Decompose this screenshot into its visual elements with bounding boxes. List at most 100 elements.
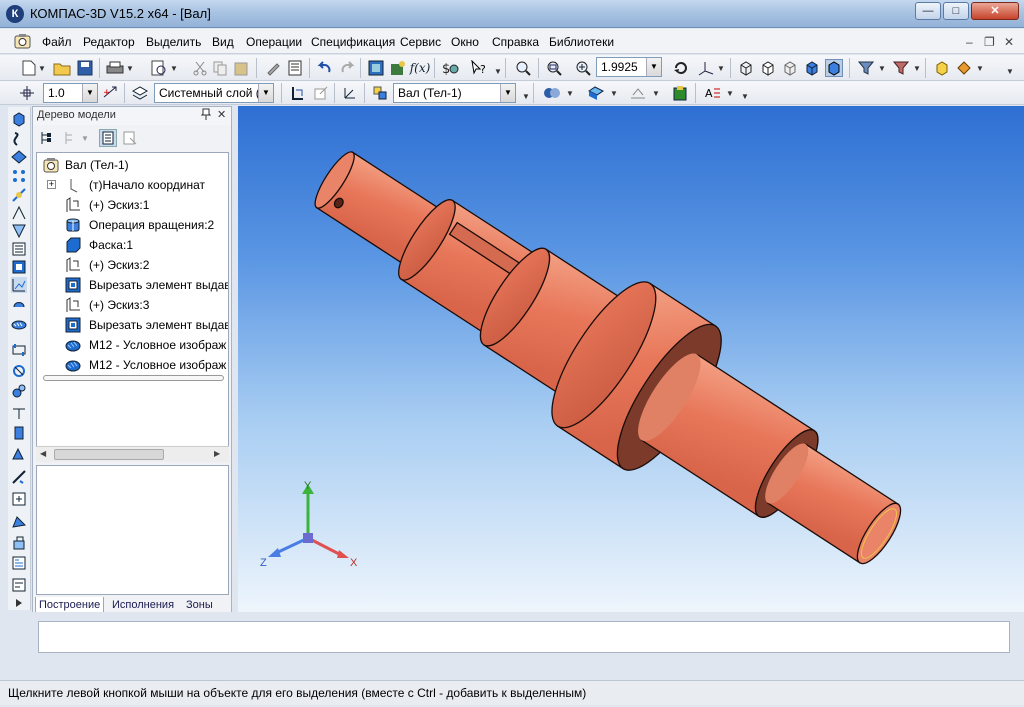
filter2-dropdown-arrow-icon[interactable]: ▼ <box>913 64 921 73</box>
tree-horizontal-scrollbar[interactable]: ◀ ▶ <box>36 446 229 462</box>
hidden-lines-icon[interactable] <box>759 59 777 77</box>
tree-inner-scrollbar[interactable] <box>43 375 224 381</box>
welding-icon[interactable] <box>11 469 27 485</box>
menu-help[interactable]: Справка <box>492 35 539 49</box>
pin-icon[interactable] <box>200 108 212 123</box>
tree-item-thread-1[interactable]: M12 - Условное изображ <box>37 335 228 355</box>
step-field[interactable]: 1.0 ▼ <box>43 83 98 103</box>
specification-icon[interactable] <box>11 259 27 275</box>
text-style-icon[interactable]: A <box>704 84 722 102</box>
check-icon[interactable] <box>671 84 689 102</box>
menu-service[interactable]: Сервис <box>400 35 441 49</box>
edit-sketch-icon[interactable] <box>312 84 330 102</box>
zoom-field[interactable]: 1.9925 ▼ <box>596 57 662 77</box>
tree-item-sketch-1[interactable]: (+) Эскиз:1 <box>37 195 228 215</box>
menu-specification[interactable]: Спецификация <box>311 35 395 49</box>
scroll-left-arrow-icon[interactable]: ◀ <box>40 449 46 458</box>
toolbar2-more-arrow-icon[interactable]: ▼ <box>522 92 530 101</box>
cut-icon[interactable] <box>191 59 209 77</box>
mdi-minimize-button[interactable]: – <box>966 35 973 49</box>
pipeline-icon[interactable] <box>11 363 27 379</box>
zoom-in-icon[interactable] <box>574 59 592 77</box>
panel-close-button[interactable]: ✕ <box>217 108 226 121</box>
open-folder-icon[interactable] <box>53 59 71 77</box>
toolbar2-overflow-arrow-icon[interactable]: ▼ <box>741 92 749 101</box>
rotate-icon[interactable] <box>672 59 690 77</box>
manager-icon[interactable] <box>367 59 385 77</box>
filter-icon[interactable] <box>857 59 875 77</box>
mcc-icon[interactable] <box>629 84 647 102</box>
menu-editor[interactable]: Редактор <box>83 35 135 49</box>
tree-item-chamfer[interactable]: Фаска:1 <box>37 235 228 255</box>
auxiliary-geometry-icon[interactable] <box>11 187 27 203</box>
step-dropdown-arrow-icon[interactable]: ▼ <box>82 84 97 102</box>
tree-structure-icon[interactable] <box>37 129 55 147</box>
tab-versions[interactable]: Исполнения <box>109 597 177 613</box>
spatial-curves-icon[interactable] <box>11 131 27 147</box>
measure-tools-icon[interactable] <box>11 223 27 239</box>
constraint-icon[interactable] <box>11 491 27 507</box>
document-icon[interactable] <box>14 33 32 50</box>
menu-libraries[interactable]: Библиотеки <box>549 35 614 49</box>
thin-lines-icon[interactable] <box>781 59 799 77</box>
redo-icon[interactable] <box>338 59 356 77</box>
paste-icon[interactable] <box>232 59 250 77</box>
print-dropdown-arrow-icon[interactable]: ▼ <box>126 64 134 73</box>
shaft-model[interactable] <box>238 106 1024 612</box>
tree-item-revolve[interactable]: Операция вращения:2 <box>37 215 228 235</box>
arrays-icon[interactable] <box>11 168 27 184</box>
tree-item-sketch-3[interactable]: (+) Эскиз:3 <box>37 295 228 315</box>
assembly-icon[interactable] <box>955 59 973 77</box>
assembly-tools-icon[interactable] <box>11 513 27 529</box>
tab-zones[interactable]: Зоны <box>183 597 216 613</box>
sheet-metal-icon[interactable] <box>11 342 27 358</box>
halftone-outline-icon[interactable] <box>825 59 843 77</box>
notation-icon[interactable] <box>11 405 27 421</box>
tree-order-icon[interactable] <box>61 129 79 147</box>
layer-dropdown-arrow-icon[interactable]: ▼ <box>258 84 273 102</box>
tree-item-thread-2[interactable]: M12 - Условное изображ <box>37 355 228 375</box>
color-dropdown-arrow-icon[interactable]: ▼ <box>610 89 618 98</box>
zoom-scale-icon[interactable] <box>545 59 563 77</box>
tab-build[interactable]: Построение <box>35 597 105 613</box>
toolbar-expand-arrow-icon[interactable] <box>11 595 27 611</box>
tree-item-sketch-2[interactable]: (+) Эскиз:2 <box>37 255 228 275</box>
tree-item-cut-2[interactable]: Вырезать элемент выдав <box>37 315 228 335</box>
preview-dropdown-arrow-icon[interactable]: ▼ <box>170 64 178 73</box>
new-dropdown-arrow-icon[interactable]: ▼ <box>38 64 46 73</box>
preview-icon[interactable] <box>150 59 168 77</box>
tree-item-root[interactable]: Вал (Тел-1) <box>37 155 228 175</box>
body-field[interactable]: Вал (Тел-1) ▼ <box>393 83 516 103</box>
material-dropdown-arrow-icon[interactable]: ▼ <box>566 89 574 98</box>
list-icon[interactable] <box>286 59 304 77</box>
expand-icon[interactable]: + <box>47 180 56 189</box>
surfaces-icon[interactable] <box>11 149 27 165</box>
save-icon[interactable] <box>76 59 94 77</box>
material-icon[interactable] <box>543 84 561 102</box>
layers-icon[interactable] <box>131 84 149 102</box>
toolbar-overflow-arrow-icon[interactable]: ▼ <box>1006 67 1014 76</box>
menu-select[interactable]: Выделить <box>146 35 201 49</box>
menu-window[interactable]: Окно <box>451 35 479 49</box>
assembly-dropdown-arrow-icon[interactable]: ▼ <box>976 64 984 73</box>
mdi-restore-button[interactable]: ❐ <box>984 35 995 49</box>
dimensions-icon[interactable] <box>11 205 27 221</box>
sketch-plane-icon[interactable] <box>289 84 307 102</box>
reports-icon[interactable] <box>11 277 27 293</box>
zoom-dropdown-arrow-icon[interactable]: ▼ <box>646 58 661 76</box>
elements-icon[interactable] <box>11 295 27 311</box>
menu-view[interactable]: Вид <box>212 35 234 49</box>
layer-field[interactable]: Системный слой (0) ▼ <box>154 83 274 103</box>
undo-icon[interactable] <box>316 59 334 77</box>
help-pointer-icon[interactable]: ? <box>469 59 487 77</box>
mdi-close-button[interactable]: ✕ <box>1004 35 1014 49</box>
equipment-icon[interactable] <box>11 383 27 399</box>
body-icon[interactable] <box>371 84 389 102</box>
library-icon[interactable] <box>11 555 27 571</box>
zoom-window-icon[interactable] <box>514 59 532 77</box>
step-snap-icon[interactable]: + <box>102 84 120 102</box>
scroll-right-arrow-icon[interactable]: ▶ <box>214 449 220 458</box>
coordinate-system-icon[interactable] <box>341 84 359 102</box>
new-document-icon[interactable] <box>20 59 38 77</box>
body-dropdown-arrow-icon[interactable]: ▼ <box>500 84 515 102</box>
